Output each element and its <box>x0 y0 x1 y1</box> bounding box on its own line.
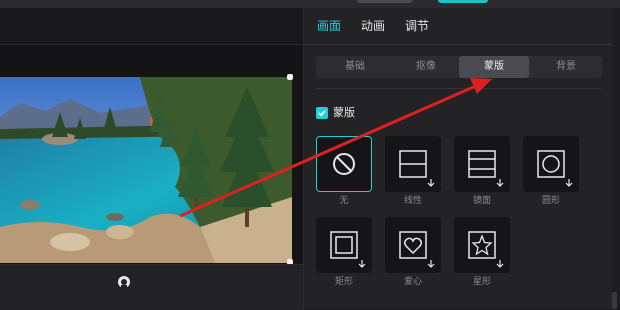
preview-header <box>0 8 303 45</box>
top-strip <box>0 0 620 8</box>
properties-panel: 画面 动画 调节 基础 抠像 蒙版 背景 蒙版 无 线性 镜面 圆形 矩形 爱心… <box>304 8 612 309</box>
subtab-basic[interactable]: 基础 <box>320 56 390 78</box>
mirror-mask-icon <box>468 150 504 187</box>
subtab-cutout[interactable]: 抠像 <box>391 56 461 78</box>
mask-label: 矩形 <box>334 277 353 287</box>
divider <box>316 88 602 89</box>
mask-checkbox[interactable] <box>316 107 328 119</box>
subtab-bar: 基础 抠像 蒙版 背景 <box>316 56 602 78</box>
mask-label: 线性 <box>403 196 422 206</box>
mask-section-label: 蒙版 <box>333 106 355 119</box>
rectangle-mask-icon <box>330 231 366 268</box>
rotate-icon[interactable] <box>117 275 131 289</box>
tab-picture[interactable]: 画面 <box>317 19 341 33</box>
check-icon <box>318 110 326 117</box>
none-icon <box>333 153 355 175</box>
mask-thumb <box>316 136 372 192</box>
mask-label: 无 <box>339 196 349 206</box>
circle-mask-icon <box>537 150 573 187</box>
panel-scrollbar[interactable] <box>612 292 617 309</box>
mask-thumb <box>523 136 579 192</box>
star-mask-icon <box>468 231 504 268</box>
mask-thumb <box>454 217 510 273</box>
subtab-mask[interactable]: 蒙版 <box>459 56 529 78</box>
mask-thumb <box>385 136 441 192</box>
mask-label: 圆形 <box>541 196 560 206</box>
resize-handle-top-right[interactable] <box>287 74 293 80</box>
mask-label: 星形 <box>472 277 491 287</box>
mask-thumb <box>316 217 372 273</box>
tab-animation[interactable]: 动画 <box>361 19 385 33</box>
tab-bar: 画面 动画 调节 <box>304 8 612 45</box>
top-toolbar-button[interactable] <box>357 0 413 3</box>
mask-thumb <box>454 136 510 192</box>
subtab-background[interactable]: 背景 <box>531 56 601 78</box>
mask-label: 爱心 <box>403 277 422 287</box>
mask-label: 镜面 <box>472 196 491 206</box>
mask-thumb <box>385 217 441 273</box>
preview-controls <box>0 264 303 310</box>
tab-adjust[interactable]: 调节 <box>405 19 429 33</box>
video-preview-panel <box>0 8 304 310</box>
preview-image[interactable] <box>0 77 292 263</box>
heart-mask-icon <box>399 231 435 268</box>
linear-mask-icon <box>399 150 435 187</box>
export-button[interactable] <box>438 0 488 3</box>
